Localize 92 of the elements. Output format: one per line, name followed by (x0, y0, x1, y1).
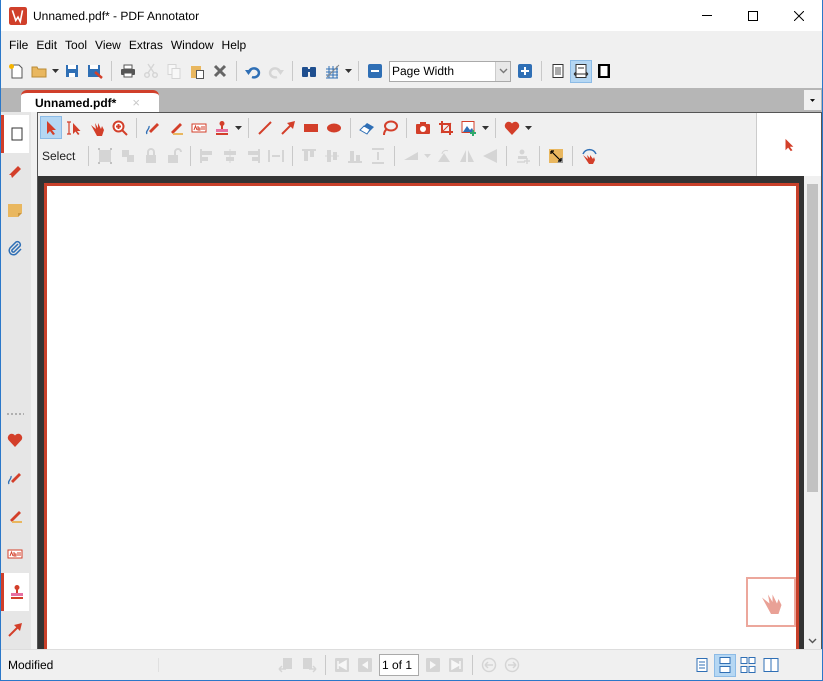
single-page-layout-icon (694, 657, 710, 673)
arrow-icon (7, 622, 23, 638)
unlock-icon (166, 148, 182, 164)
chevron-down-icon (808, 638, 817, 644)
forward-icon (504, 657, 520, 673)
caret-icon (810, 98, 815, 102)
page-arrows-button[interactable] (570, 60, 592, 82)
zoom-icon (112, 120, 128, 136)
distribute-horizontal-icon (268, 148, 284, 164)
continuous-layout-icon (717, 657, 733, 673)
note-icon (7, 202, 23, 218)
heart-icon (504, 120, 520, 136)
scissors-icon (143, 63, 159, 79)
align-center-icon (222, 148, 238, 164)
add-person-icon (515, 148, 532, 164)
document-forward-icon (301, 657, 317, 673)
continuous-layout-button[interactable] (714, 654, 736, 676)
menu-item[interactable]: Window (166, 36, 218, 54)
image-icon (461, 120, 477, 136)
vertical-scrollbar[interactable] (804, 176, 821, 649)
close-icon (794, 10, 804, 20)
heart-icon (7, 432, 23, 448)
menu-item[interactable]: Tool (61, 36, 92, 54)
two-page-layout-icon (740, 657, 756, 673)
back-icon (481, 657, 497, 673)
menu-item[interactable]: File (5, 36, 32, 54)
tool-name-label: Select (41, 148, 76, 162)
skip-first-icon (334, 657, 350, 673)
close-icon (212, 63, 228, 79)
resize-icon (548, 148, 564, 164)
waving-hand-icon (581, 148, 598, 164)
group-icon (97, 148, 114, 164)
arrow-icon (280, 120, 296, 136)
zoom-dropdown[interactable]: Page Width (389, 60, 511, 82)
sidebar-tab[interactable] (1, 115, 29, 153)
document-back-icon (278, 657, 294, 673)
line-icon (257, 120, 273, 136)
chevron-icon (498, 68, 508, 74)
page-arrows-icon (573, 63, 589, 79)
clipboard-icon (189, 63, 205, 79)
next-icon (425, 657, 441, 673)
caret-icon (525, 126, 532, 130)
new-document-icon (8, 63, 24, 79)
page-icon (550, 63, 566, 79)
text-cursor-icon (66, 120, 82, 136)
stamp-icon (8, 584, 24, 600)
rotate-free-icon (436, 148, 452, 164)
cursor-button[interactable] (40, 116, 62, 139)
minimize-icon (702, 15, 712, 16)
maximize-icon (748, 10, 758, 20)
stamp-icon (214, 120, 230, 136)
menu-item[interactable]: Edit (32, 36, 62, 54)
menu-item[interactable]: Help (218, 36, 250, 54)
zoom-out-icon (367, 63, 383, 79)
paperclip-icon (7, 240, 23, 256)
page-number-field[interactable]: 1 of 1 (379, 654, 419, 676)
skip-last-icon (448, 657, 464, 673)
zoom-in-icon (517, 63, 533, 79)
grid-icon (324, 63, 340, 79)
save-as-icon (87, 63, 103, 79)
align-right-icon (245, 148, 262, 164)
book-layout-icon (763, 657, 779, 673)
status-text: Modified (1, 658, 159, 672)
distribute-vertical-icon (370, 148, 386, 164)
bookmark-icon (7, 164, 23, 180)
app-logo-icon (9, 6, 27, 24)
tab-list-button[interactable] (804, 90, 821, 110)
caret-icon (482, 126, 489, 130)
align-top-icon (301, 148, 318, 164)
blank-page-icon (8, 126, 24, 142)
hand-tool-overlay[interactable] (746, 577, 796, 627)
flip-horizontal-icon (459, 148, 476, 164)
pen-icon (7, 470, 23, 486)
caret-icon (52, 69, 59, 73)
window-title: Unnamed.pdf* - PDF Annotator (33, 8, 200, 22)
copy-icon (166, 63, 182, 79)
caret-icon (345, 69, 352, 73)
document-tab[interactable]: Unnamed.pdf* × (21, 90, 159, 112)
menu-item[interactable]: Extras (124, 36, 167, 54)
menu-item[interactable]: View (91, 36, 125, 54)
scrollbar-thumb[interactable] (807, 184, 818, 492)
printer-icon (120, 63, 136, 79)
camera-icon (415, 120, 431, 136)
previous-icon (357, 657, 373, 673)
crop-icon (438, 120, 454, 136)
flip-vertical-icon (482, 148, 498, 164)
save-icon (64, 63, 80, 79)
caret-icon (235, 126, 242, 130)
ungroup-icon (120, 148, 136, 164)
fullscreen-icon (596, 63, 612, 79)
align-middle-icon (324, 148, 340, 164)
lasso-icon (382, 120, 398, 136)
